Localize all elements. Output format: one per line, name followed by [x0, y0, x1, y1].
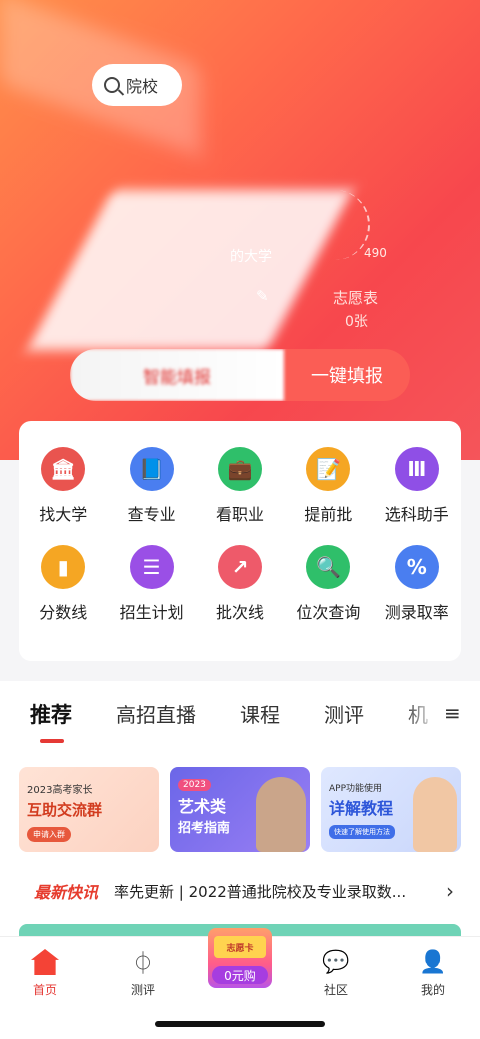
- tool-label: 测录取率: [384, 603, 449, 622]
- banner-title: 艺术类: [178, 797, 227, 816]
- tool-percent[interactable]: % 测录取率: [373, 545, 461, 643]
- chevron-right-icon[interactable]: ›: [446, 879, 454, 903]
- tool-bar-chart[interactable]: ▮ 分数线: [19, 545, 107, 643]
- nav-label: 首页: [32, 983, 57, 997]
- tools-grid: 🏛 找大学 📘 查专业 💼 看职业 📝 提前批 Ⅲ 选科助手 ▮ 分数线 ☰ 招生计划 ↗ 批次线 🔍 位次查询%…: [19, 421, 461, 661]
- chat-bubble-icon: 💬: [322, 949, 350, 975]
- search-placeholder: 院校: [126, 77, 159, 96]
- banner-subtitle: APP功能使用: [329, 784, 383, 794]
- tool-document-edit[interactable]: 📝 提前批: [284, 447, 372, 545]
- zhiyuan-table-label[interactable]: 志愿表: [333, 287, 378, 308]
- nav-label: 测评: [130, 983, 155, 997]
- banner-subtitle: 2023高考家长: [27, 785, 93, 796]
- nav-test[interactable]: ⏀ 测评: [108, 947, 178, 998]
- tool-label: 提前批: [304, 505, 353, 524]
- tab-2[interactable]: 课程: [240, 699, 280, 729]
- nav-label: 社区: [323, 983, 348, 997]
- promo-card-label: 志愿卡: [214, 936, 266, 958]
- join-group-button[interactable]: 申请入群: [27, 827, 71, 842]
- feed-area: 2023高考家长 互助交流群 申请入群 2023 艺术类 招考指南 APP功能使…: [0, 761, 480, 936]
- banner-subtitle: 招考指南: [178, 821, 231, 836]
- promo-price-label: 0元购: [212, 966, 268, 984]
- tool-university[interactable]: 🏛 找大学: [19, 447, 107, 545]
- nav-home[interactable]: 首页: [10, 947, 80, 998]
- tool-plan[interactable]: ☰ 招生计划: [107, 545, 195, 643]
- home-icon: [31, 949, 59, 975]
- content-tabs: 推荐高招直播课程测评机 ≡: [0, 681, 480, 761]
- tool-label: 看职业: [215, 505, 264, 524]
- tool-label: 查专业: [127, 505, 176, 524]
- tool-label: 分数线: [39, 603, 88, 622]
- smart-fill-button[interactable]: 智能填报: [70, 349, 284, 401]
- books-icon: Ⅲ: [394, 447, 439, 491]
- university-icon: 🏛: [41, 447, 86, 491]
- plan-icon: ☰: [129, 545, 174, 589]
- promo-zhiyuan-card[interactable]: 志愿卡 0元购: [208, 928, 272, 988]
- menu-icon[interactable]: ≡: [444, 701, 461, 725]
- tool-label: 批次线: [215, 603, 264, 622]
- percent-icon: %: [394, 545, 439, 589]
- banner-app-tutorial[interactable]: APP功能使用 详解教程 快速了解使用方法: [321, 767, 461, 852]
- tab-1[interactable]: 高招直播: [116, 699, 196, 729]
- banner-parent-group[interactable]: 2023高考家长 互助交流群 申请入群: [19, 767, 159, 852]
- learn-usage-button[interactable]: 快速了解使用方法: [329, 825, 395, 839]
- tool-trend-chart[interactable]: ↗ 批次线: [196, 545, 284, 643]
- home-indicator[interactable]: [155, 1021, 325, 1027]
- document-edit-icon: 📝: [306, 447, 351, 491]
- pulse-icon: ⏀: [131, 952, 154, 977]
- tool-label: 招生计划: [119, 603, 184, 622]
- search-bar[interactable]: 院校: [92, 64, 182, 106]
- tool-books[interactable]: Ⅲ 选科助手: [373, 447, 461, 545]
- news-ticker[interactable]: 最新快讯 率先更新 | 2022普通批院校及专业录取数... ›: [34, 879, 454, 903]
- one-click-fill-button[interactable]: 一键填报: [284, 349, 410, 401]
- nav-community[interactable]: 💬 社区: [301, 947, 371, 998]
- fill-actions: 智能填报 一键填报: [70, 349, 410, 401]
- user-icon: 👤: [419, 949, 447, 975]
- tool-briefcase[interactable]: 💼 看职业: [196, 447, 284, 545]
- edit-icon[interactable]: ✎: [256, 288, 272, 304]
- news-tag: 最新快讯: [34, 883, 99, 902]
- nav-mine[interactable]: 👤 我的: [398, 947, 468, 998]
- banner-art-guide[interactable]: 2023 艺术类 招考指南: [170, 767, 310, 852]
- target-university: 的大学: [230, 249, 272, 265]
- tool-clipboard-search[interactable]: 🔍 位次查询: [284, 545, 372, 643]
- hero-banner: 院校 的大学 490 ✎ 志愿表 0张 智能填报 一键填报: [0, 0, 480, 460]
- book-icon: 📘: [129, 447, 174, 491]
- tool-label: 找大学: [39, 505, 88, 524]
- active-tab-indicator: [40, 739, 64, 743]
- tab-3[interactable]: 测评: [324, 699, 364, 729]
- bar-chart-icon: ▮: [41, 545, 86, 589]
- tool-book[interactable]: 📘 查专业: [107, 447, 195, 545]
- search-icon: [104, 77, 120, 93]
- banner-title: 详解教程: [329, 799, 394, 818]
- tool-label: 位次查询: [296, 603, 361, 622]
- hero-decoration: [27, 190, 353, 350]
- trend-chart-icon: ↗: [217, 545, 262, 589]
- briefcase-icon: 💼: [217, 447, 262, 491]
- banner-illustration: [413, 777, 457, 852]
- nav-label: 我的: [420, 983, 445, 997]
- banner-year-badge: 2023: [178, 779, 211, 791]
- news-headline[interactable]: 率先更新 | 2022普通批院校及专业录取数...: [114, 881, 438, 902]
- tab-0[interactable]: 推荐: [30, 699, 72, 729]
- clipboard-search-icon: 🔍: [306, 545, 351, 589]
- tool-label: 选科助手: [384, 505, 449, 524]
- zhiyuan-table-count: 0张: [345, 314, 368, 330]
- banner-title: 互助交流群: [27, 801, 103, 819]
- score-value: 490: [364, 246, 387, 260]
- banner-illustration: [256, 777, 306, 852]
